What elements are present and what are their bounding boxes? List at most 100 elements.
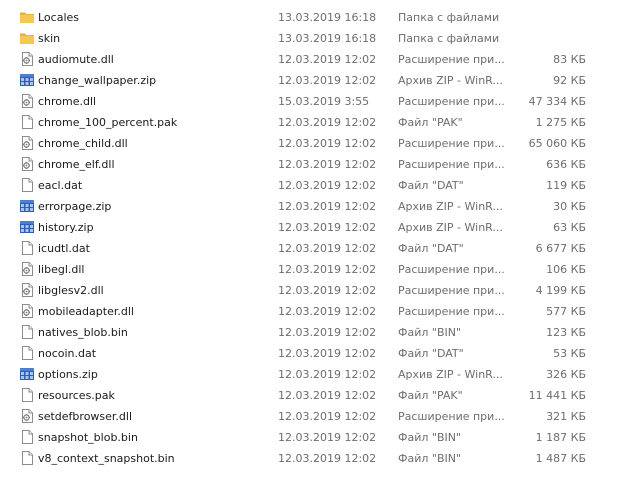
dll-file-icon bbox=[19, 408, 35, 424]
file-size: 577 КБ bbox=[546, 305, 586, 318]
dll-file-icon bbox=[19, 261, 35, 277]
file-size: 321 КБ bbox=[546, 410, 586, 423]
file-type: Расширение при... bbox=[398, 410, 505, 423]
file-type: Папка с файлами bbox=[398, 32, 500, 45]
folder-icon bbox=[19, 30, 35, 46]
zip-archive-icon bbox=[19, 72, 35, 88]
file-row[interactable]: natives_blob.bin 12.03.2019 12:02 Файл "BI… bbox=[0, 322, 626, 343]
file-name: eacl.dat bbox=[38, 179, 83, 192]
file-size: 63 КБ bbox=[553, 221, 586, 234]
file-row[interactable]: eacl.dat 12.03.2019 12:02 Файл "DAT" 119 КБ bbox=[0, 175, 626, 196]
file-name: setdefbrowser.dll bbox=[38, 410, 133, 423]
file-row[interactable]: chrome_child.dll 12.03.2019 12:02 Расширен… bbox=[0, 133, 626, 154]
file-row[interactable]: v8_context_snapshot.bin 12.03.2019 12:02 Ф… bbox=[0, 448, 626, 469]
blank-file-icon bbox=[19, 114, 35, 130]
file-size: 47 334 КБ bbox=[528, 95, 586, 108]
file-name: errorpage.zip bbox=[38, 200, 112, 213]
file-date-modified: 12.03.2019 12:02 bbox=[278, 242, 377, 255]
file-row[interactable]: options.zip 12.03.2019 12:02 Архив ZIP - W… bbox=[0, 364, 626, 385]
file-date-modified: 13.03.2019 16:18 bbox=[278, 11, 377, 24]
file-name: audiomute.dll bbox=[38, 53, 114, 66]
file-row[interactable]: errorpage.zip 12.03.2019 12:02 Архив ZIP -… bbox=[0, 196, 626, 217]
file-name: nocoin.dat bbox=[38, 347, 97, 360]
zip-archive-icon bbox=[19, 366, 35, 382]
file-row[interactable]: skin 13.03.2019 16:18 Папка с файлами bbox=[0, 28, 626, 49]
file-type: Архив ZIP - WinR... bbox=[398, 221, 503, 234]
file-list: Locales 13.03.2019 16:18 Папка с файлами sk… bbox=[0, 7, 626, 469]
file-name: chrome_100_percent.pak bbox=[38, 116, 178, 129]
file-size: 1 275 КБ bbox=[535, 116, 586, 129]
file-size: 53 КБ bbox=[553, 347, 586, 360]
file-size: 636 КБ bbox=[546, 158, 586, 171]
file-type: Расширение при... bbox=[398, 158, 505, 171]
file-name: icudtl.dat bbox=[38, 242, 90, 255]
file-date-modified: 12.03.2019 12:02 bbox=[278, 431, 377, 444]
file-name: history.zip bbox=[38, 221, 94, 234]
file-size: 1 187 КБ bbox=[535, 431, 586, 444]
file-date-modified: 13.03.2019 16:18 bbox=[278, 32, 377, 45]
file-date-modified: 12.03.2019 12:02 bbox=[278, 179, 377, 192]
file-size: 30 КБ bbox=[553, 200, 586, 213]
blank-file-icon bbox=[19, 450, 35, 466]
file-size: 6 677 КБ bbox=[535, 242, 586, 255]
file-size: 83 КБ bbox=[553, 53, 586, 66]
file-size: 1 487 КБ bbox=[535, 452, 586, 465]
file-date-modified: 12.03.2019 12:02 bbox=[278, 200, 377, 213]
file-date-modified: 12.03.2019 12:02 bbox=[278, 347, 377, 360]
zip-archive-icon bbox=[19, 198, 35, 214]
file-type: Архив ZIP - WinR... bbox=[398, 200, 503, 213]
file-type: Расширение при... bbox=[398, 137, 505, 150]
file-type: Файл "DAT" bbox=[398, 242, 464, 255]
file-row[interactable]: Locales 13.03.2019 16:18 Папка с файлами bbox=[0, 7, 626, 28]
file-name: chrome_elf.dll bbox=[38, 158, 115, 171]
file-row[interactable]: resources.pak 12.03.2019 12:02 Файл "PAK" 1… bbox=[0, 385, 626, 406]
file-name: resources.pak bbox=[38, 389, 115, 402]
file-row[interactable]: chrome_elf.dll 12.03.2019 12:02 Расширение… bbox=[0, 154, 626, 175]
file-date-modified: 12.03.2019 12:02 bbox=[278, 74, 377, 87]
file-type: Файл "DAT" bbox=[398, 347, 464, 360]
file-row[interactable]: nocoin.dat 12.03.2019 12:02 Файл "DAT" 53 К… bbox=[0, 343, 626, 364]
file-row[interactable]: setdefbrowser.dll 12.03.2019 12:02 Расшире… bbox=[0, 406, 626, 427]
file-row[interactable]: libegl.dll 12.03.2019 12:02 Расширение при… bbox=[0, 259, 626, 280]
file-name: options.zip bbox=[38, 368, 98, 381]
file-row[interactable]: icudtl.dat 12.03.2019 12:02 Файл "DAT" 6 67… bbox=[0, 238, 626, 259]
file-name: Locales bbox=[38, 11, 80, 24]
file-name: libglesv2.dll bbox=[38, 284, 104, 297]
file-row[interactable]: audiomute.dll 12.03.2019 12:02 Расширение … bbox=[0, 49, 626, 70]
file-name: natives_blob.bin bbox=[38, 326, 128, 339]
file-name: snapshot_blob.bin bbox=[38, 431, 138, 444]
blank-file-icon bbox=[19, 429, 35, 445]
file-date-modified: 12.03.2019 12:02 bbox=[278, 263, 377, 276]
file-row[interactable]: libglesv2.dll 12.03.2019 12:02 Расширение … bbox=[0, 280, 626, 301]
file-type: Расширение при... bbox=[398, 284, 505, 297]
blank-file-icon bbox=[19, 240, 35, 256]
file-row[interactable]: chrome.dll 15.03.2019 3:55 Расширение при.… bbox=[0, 91, 626, 112]
file-row[interactable]: snapshot_blob.bin 12.03.2019 12:02 Файл "B… bbox=[0, 427, 626, 448]
file-date-modified: 12.03.2019 12:02 bbox=[278, 221, 377, 234]
blank-file-icon bbox=[19, 345, 35, 361]
file-row[interactable]: history.zip 12.03.2019 12:02 Архив ZIP - W… bbox=[0, 217, 626, 238]
dll-file-icon bbox=[19, 156, 35, 172]
dll-file-icon bbox=[19, 93, 35, 109]
dll-file-icon bbox=[19, 51, 35, 67]
file-size: 92 КБ bbox=[553, 74, 586, 87]
file-type: Расширение при... bbox=[398, 305, 505, 318]
folder-icon bbox=[19, 9, 35, 25]
dll-file-icon bbox=[19, 282, 35, 298]
blank-file-icon bbox=[19, 177, 35, 193]
file-type: Файл "BIN" bbox=[398, 326, 462, 339]
file-size: 4 199 КБ bbox=[535, 284, 586, 297]
file-name: chrome_child.dll bbox=[38, 137, 128, 150]
file-row[interactable]: chrome_100_percent.pak 12.03.2019 12:02 Фа… bbox=[0, 112, 626, 133]
file-name: chrome.dll bbox=[38, 95, 97, 108]
file-size: 326 КБ bbox=[546, 368, 586, 381]
file-name: change_wallpaper.zip bbox=[38, 74, 157, 87]
file-type: Файл "PAK" bbox=[398, 116, 463, 129]
file-date-modified: 12.03.2019 12:02 bbox=[278, 137, 377, 150]
file-date-modified: 12.03.2019 12:02 bbox=[278, 116, 377, 129]
file-row[interactable]: mobileadapter.dll 12.03.2019 12:02 Расшире… bbox=[0, 301, 626, 322]
dll-file-icon bbox=[19, 303, 35, 319]
file-type: Расширение при... bbox=[398, 53, 505, 66]
file-type: Файл "BIN" bbox=[398, 431, 462, 444]
file-row[interactable]: change_wallpaper.zip 12.03.2019 12:02 Архи… bbox=[0, 70, 626, 91]
